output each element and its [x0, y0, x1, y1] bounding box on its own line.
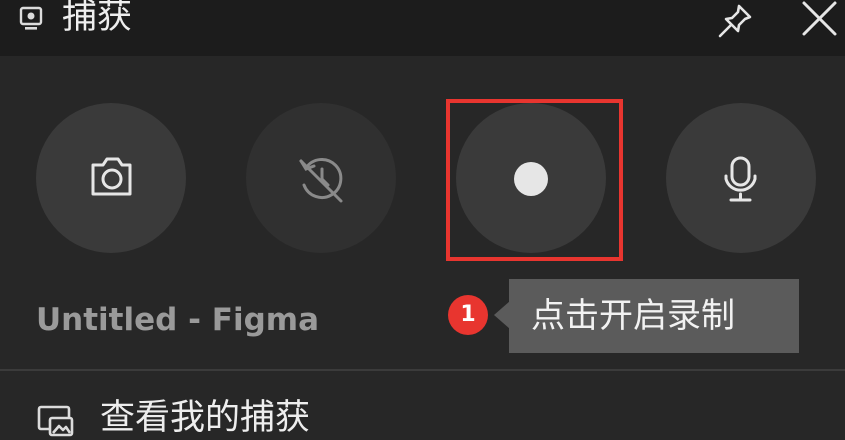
record-last-30s-button[interactable] [246, 103, 396, 253]
pin-button[interactable] [712, 0, 758, 40]
active-app-name: Untitled - Figma [36, 302, 320, 338]
section-divider [0, 369, 845, 371]
microphone-icon [724, 156, 757, 202]
capture-widget: 捕获 Untitled - Figma 1 点击开启录制 查看我的捕获 [0, 0, 845, 440]
step-number-badge: 1 [448, 295, 488, 335]
screenshot-button[interactable] [36, 103, 186, 253]
record-highlight-box [446, 99, 623, 261]
pin-icon [718, 4, 752, 38]
close-icon [802, 1, 837, 36]
widget-title: 捕获 [62, 0, 133, 37]
camera-icon [91, 157, 132, 196]
microphone-button[interactable] [666, 103, 816, 253]
widget-header: 捕获 [0, 0, 845, 56]
view-my-captures-link[interactable]: 查看我的捕获 [0, 382, 845, 440]
close-button[interactable] [792, 0, 842, 40]
gallery-icon [37, 405, 74, 437]
tooltip-arrow [494, 301, 510, 329]
record-tooltip: 点击开启录制 [509, 279, 799, 353]
view-my-captures-label: 查看我的捕获 [100, 398, 311, 438]
record-last-30s-icon [299, 157, 343, 203]
capture-widget-icon [19, 6, 43, 30]
